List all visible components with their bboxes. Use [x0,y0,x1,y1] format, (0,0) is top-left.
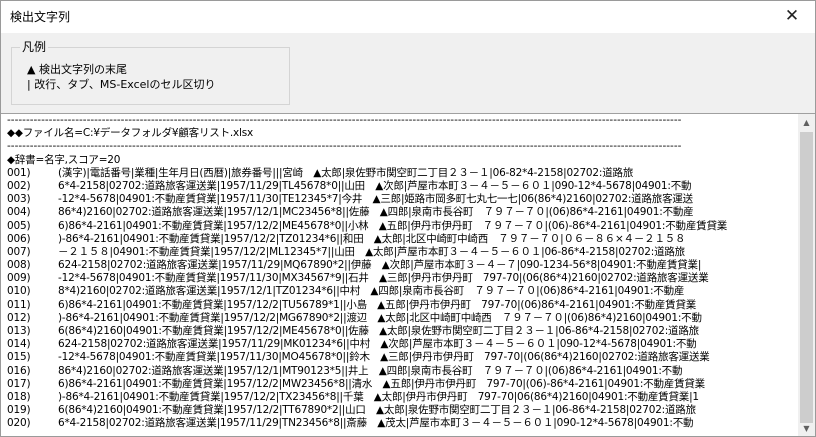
separator-line: ----------------------------------------… [7,140,682,153]
result-row-number: 006) [7,232,31,245]
result-row-text: 6*4-2158|02702:道路旅客運送業|1957/11/29|TN2345… [58,417,694,430]
result-row-text: 86*4)2160|02702:道路旅客運送業|1957/12/1|MC2345… [58,206,694,219]
result-row-number: 008) [7,259,31,272]
results-content: ----------------------------------------… [7,114,797,436]
result-row-number: 017) [7,377,31,390]
result-row: 010) 8*4)2160|02702:道路旅客運送業|1957/12/1|TZ0… [7,285,797,298]
file-name-line: ◆◆ファイル名=C:¥データフォルダ¥顧客リスト.xlsx [7,127,254,140]
result-row-number: 015) [7,351,31,364]
result-row-text: 6)86*4-2161|04901:不動産賃貸業|1957/12/2|TU567… [58,298,697,311]
vertical-scrollbar[interactable]: ▲ ▼ [798,114,815,436]
scroll-down-icon[interactable]: ▼ [798,420,815,436]
result-rows: 001) (漢字)|電話番号|業種|生年月日(西暦)|旅券番号|||宮崎 ▲太郎|… [7,167,797,431]
result-row: 020) 6*4-2158|02702:道路旅客運送業|1957/11/29|TN… [7,417,797,430]
result-row-number: 014) [7,338,31,351]
result-row: 016) 86*4)2160|02702:道路旅客運送業|1957/12/1|MT… [7,365,797,378]
result-row-text: )-86*4-2161|04901:不動産賃貸業|1957/12/2|TZ012… [58,232,686,245]
result-row: 011) 6)86*4-2161|04901:不動産賃貸業|1957/12/2|T… [7,299,797,312]
result-row: 002) 6*4-2158|02702:道路旅客運送業|1957/11/29|TL… [7,180,797,193]
legend-title: 凡例 [20,39,49,55]
legend-group: 凡例 ▲ 検出文字列の末尾 | 改行、タブ、MS-Excelのセル区切り [11,39,290,105]
result-row: 017) 6)86*4-2161|04901:不動産賃貸業|1957/12/2|M… [7,378,797,391]
result-row: 006) )-86*4-2161|04901:不動産賃貸業|1957/12/2|T… [7,233,797,246]
result-row-number: 020) [7,417,31,430]
result-row-number: 011) [7,298,31,311]
result-row-text: 6)86*4-2161|04901:不動産賃貸業|1957/12/2|MW234… [58,377,705,390]
result-row-text: 624-2158|02702:道路旅客運送業|1957/11/29|MQ6789… [58,259,702,272]
result-row-number: 005) [7,219,31,232]
result-row-number: 018) [7,390,31,403]
results-textbox[interactable]: ----------------------------------------… [1,113,815,436]
result-row-number: 004) [7,206,31,219]
result-row-number: 001) [7,166,31,179]
window-title: 検出文字列 [10,10,71,24]
result-row: 007) －２１５８|04901:不動産賃貸業|1957/12/2|ML12345… [7,246,797,259]
title-bar: 検出文字列 ✕ [1,1,815,33]
result-row: 019) 6(86*4)2160|04901:不動産賃貸業|1957/12/2|T… [7,404,797,417]
result-row: 012) )-86*4-2161|04901:不動産賃貸業|1957/12/2|M… [7,312,797,325]
result-row-text: 8*4)2160|02702:道路旅客運送業|1957/12/1|TZ01234… [58,285,685,298]
result-row-number: 009) [7,272,31,285]
close-icon[interactable]: ✕ [769,1,815,33]
result-row-number: 003) [7,193,31,206]
result-row: 005) 6)86*4-2161|04901:不動産賃貸業|1957/12/2|M… [7,220,797,233]
result-row-text: 6*4-2158|02702:道路旅客運送業|1957/11/29|TL4567… [58,179,692,192]
result-row-number: 012) [7,311,31,324]
result-row-text: )-86*4-2161|04901:不動産賃貸業|1957/12/2|MG678… [58,311,702,324]
result-row-text: (漢字)|電話番号|業種|生年月日(西暦)|旅券番号|||宮崎 ▲太郎|泉佐野市… [58,166,634,179]
result-row-number: 019) [7,404,31,417]
result-row-text: 624-2158|02702:道路旅客運送業|1957/11/29|MK0123… [58,338,697,351]
result-row-text: )-86*4-2161|04901:不動産賃貸業|1957/12/2|TX234… [58,390,699,403]
result-row-text: －２１５８|04901:不動産賃貸業|1957/12/2|ML12345*7||… [58,245,685,258]
detected-strings-window: 検出文字列 ✕ 凡例 ▲ 検出文字列の末尾 | 改行、タブ、MS-Excelのセ… [0,0,816,437]
result-row-text: 86*4)2160|02702:道路旅客運送業|1957/12/1|MT9012… [58,364,683,377]
result-row: 018) )-86*4-2161|04901:不動産賃貸業|1957/12/2|T… [7,391,797,404]
result-row: 004) 86*4)2160|02702:道路旅客運送業|1957/12/1|MC… [7,206,797,219]
result-row: 001) (漢字)|電話番号|業種|生年月日(西暦)|旅券番号|||宮崎 ▲太郎|… [7,167,797,180]
result-row-number: 013) [7,325,31,337]
result-row-number: 007) [7,245,31,258]
result-row-text: -12*4-5678|04901:不動産賃貸業|1957/11/30|TE123… [58,193,693,206]
legend-line-end-marker: ▲ 検出文字列の末尾 [27,63,127,76]
result-row: 008) 624-2158|02702:道路旅客運送業|1957/11/29|MQ… [7,259,797,272]
separator-line: ----------------------------------------… [7,114,682,126]
result-row: 009) -12*4-5678|04901:不動産賃貸業|1957/11/30|M… [7,272,797,285]
scrollbar-thumb[interactable] [800,132,813,423]
result-row-text: 6)86*4-2161|04901:不動産賃貸業|1957/12/2|ME456… [58,219,728,232]
result-row-text: -12*4-5678|04901:不動産賃貸業|1957/11/30|MX345… [58,272,709,285]
result-row-text: 6(86*4)2160|04901:不動産賃貸業|1957/12/2|TT678… [58,404,696,417]
legend-line-separator: | 改行、タブ、MS-Excelのセル区切り [27,78,216,91]
result-row-number: 016) [7,364,31,377]
result-row: 013) 6(86*4)2160|04901:不動産賃貸業|1957/12/2|M… [7,325,797,338]
result-row-number: 002) [7,179,31,192]
result-row: 014) 624-2158|02702:道路旅客運送業|1957/11/29|MK… [7,338,797,351]
result-row-number: 010) [7,285,31,298]
result-row: 003) -12*4-5678|04901:不動産賃貸業|1957/11/30|T… [7,193,797,206]
result-row: 015) -12*4-5678|04901:不動産賃貸業|1957/11/30|M… [7,351,797,364]
result-row-text: 6(86*4)2160|04901:不動産賃貸業|1957/12/2|ME456… [58,325,699,337]
dictionary-line: ◆辞書=名字,スコア=20 [7,153,121,166]
result-row-text: -12*4-5678|04901:不動産賃貸業|1957/11/30|MO456… [58,351,710,364]
scroll-up-icon[interactable]: ▲ [798,114,815,131]
